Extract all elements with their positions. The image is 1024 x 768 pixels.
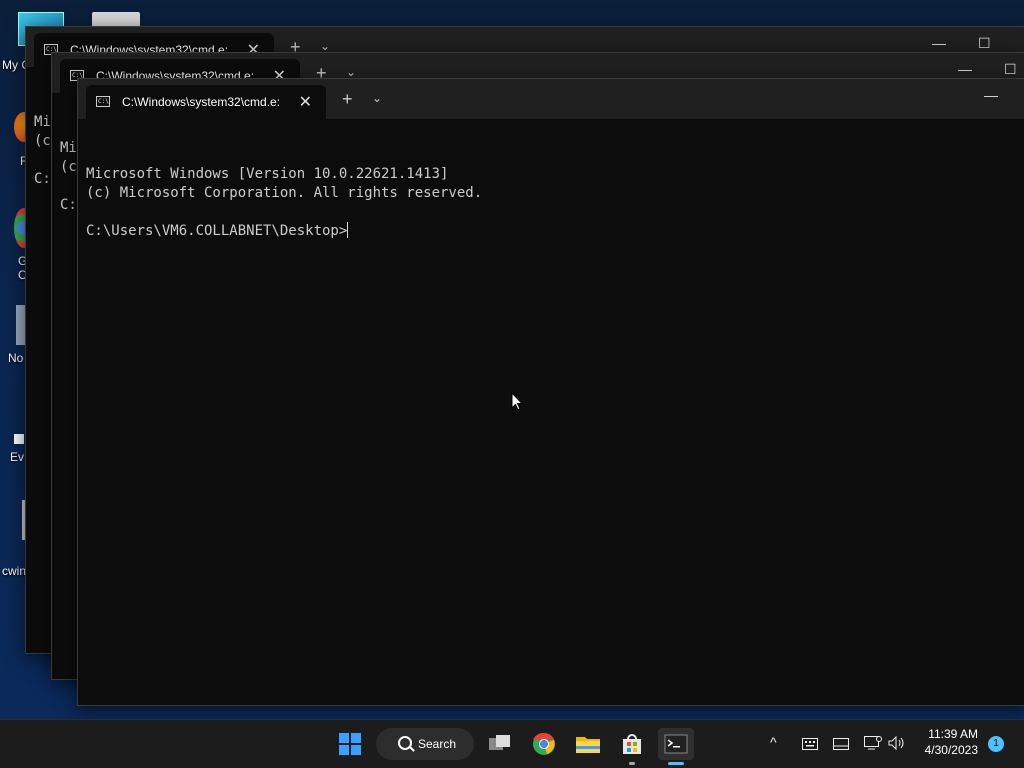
search-label: Search — [418, 737, 457, 751]
console-prompt: C:\Users\VM6.COLLABNET\Desktop> — [86, 223, 348, 239]
clock-time: 11:39 AM — [928, 727, 978, 741]
shortcut-arrow-icon — [14, 434, 24, 444]
volume-icon[interactable] — [888, 736, 906, 750]
console-prompt-line[interactable]: C:\Users\VM6.COLLABNET\Desktop> — [86, 222, 1017, 241]
tab-cmd[interactable]: C:\ C:\Windows\system32\cmd.e: ✕ — [86, 85, 326, 119]
mouse-pointer-icon — [511, 392, 523, 411]
text-cursor — [347, 222, 349, 238]
title-bar[interactable]: C:\ C:\Windows\system32\cmd.e: ✕ + ⌄ — — [78, 79, 1024, 119]
tab-title: C:\Windows\system32\cmd.e: — [122, 95, 281, 109]
file-explorer-button[interactable] — [572, 728, 604, 760]
minimize-button[interactable]: — — [958, 61, 972, 77]
console-copyright-line: (c) Microsoft Corporation. All rights re… — [86, 185, 483, 201]
maximize-button[interactable]: ☐ — [978, 35, 991, 52]
console-version-line: Microsoft Windows [Version 10.0.22621.14… — [86, 166, 449, 182]
chrome-icon — [533, 732, 555, 755]
dropdown-button[interactable]: ⌄ — [346, 65, 356, 79]
taskbar: Search ^ 11:39 AM 4/30/2023 1 — [0, 719, 1024, 768]
windows-logo-icon — [339, 733, 361, 755]
touchpad-icon[interactable] — [833, 738, 849, 750]
active-indicator — [668, 762, 684, 765]
console-output[interactable]: Microsoft Windows [Version 10.0.22621.14… — [86, 127, 1017, 697]
folder-icon — [576, 737, 600, 753]
minimize-button[interactable]: — — [932, 35, 946, 51]
clock[interactable]: 11:39 AM 4/30/2023 — [925, 726, 978, 758]
network-icon[interactable] — [864, 736, 882, 750]
new-tab-button[interactable]: + — [342, 89, 353, 110]
task-view-icon — [489, 735, 510, 750]
store-icon — [623, 734, 641, 754]
keyboard-icon[interactable] — [802, 738, 818, 750]
desktop-icon-label: cwin — [2, 564, 27, 578]
terminal-icon — [664, 734, 688, 754]
task-view-button[interactable] — [484, 728, 516, 760]
minimize-button[interactable]: — — [984, 87, 998, 103]
terminal-window-active[interactable]: C:\ C:\Windows\system32\cmd.e: ✕ + ⌄ — M… — [77, 78, 1024, 706]
terminal-taskbar-button[interactable] — [658, 728, 694, 765]
desktop-icon-label: No — [8, 351, 24, 365]
start-button[interactable] — [334, 728, 366, 760]
desktop-icon-label: Ev — [10, 450, 25, 464]
maximize-button[interactable]: ☐ — [1004, 61, 1017, 78]
notification-badge[interactable]: 1 — [988, 736, 1004, 752]
running-indicator — [629, 762, 635, 765]
store-button[interactable] — [616, 728, 648, 765]
chrome-taskbar-button[interactable] — [528, 728, 560, 760]
cmd-icon: C:\ — [96, 96, 110, 107]
show-hidden-icons-button[interactable]: ^ — [770, 734, 777, 750]
search-box[interactable]: Search — [376, 728, 474, 760]
close-tab-icon[interactable]: ✕ — [299, 92, 312, 112]
dropdown-button[interactable]: ⌄ — [372, 91, 382, 105]
dropdown-button[interactable]: ⌄ — [320, 39, 330, 53]
clock-date: 4/30/2023 — [924, 743, 978, 757]
search-icon — [398, 736, 412, 750]
